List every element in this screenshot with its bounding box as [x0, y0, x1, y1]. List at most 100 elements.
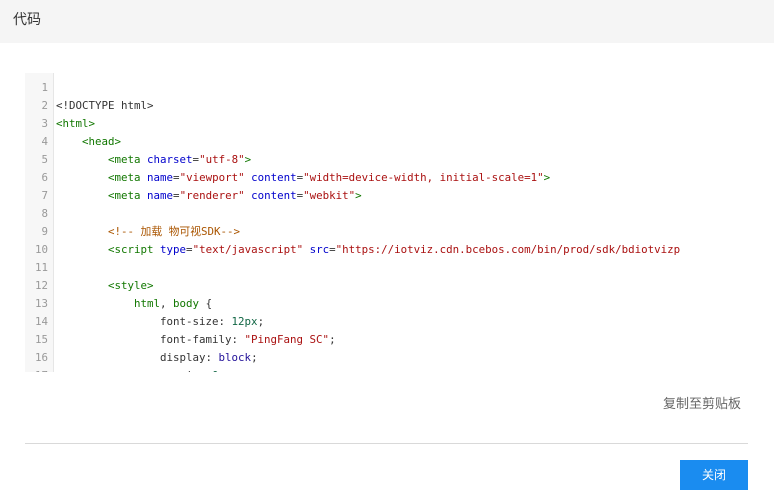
code-token: margin: [160, 369, 199, 372]
code-token: src: [309, 243, 330, 256]
code-text: <meta charset="utf-8">: [49, 151, 251, 169]
code-line: 15 font-family: "PingFang SC";: [25, 331, 774, 349]
code-token: ;: [257, 315, 265, 328]
code-token: <meta: [108, 153, 148, 166]
code-token: >: [355, 189, 362, 202]
code-token: ;: [329, 333, 336, 346]
code-text: <script type="text/javascript" src="http…: [49, 241, 680, 259]
code-line: 16 display: block;: [25, 349, 774, 367]
code-token: <meta: [108, 189, 148, 202]
code-token: >: [543, 171, 551, 184]
line-number: 3: [41, 117, 48, 130]
code-line: 5 <meta charset="utf-8">: [25, 151, 774, 169]
code-text: <head>: [49, 133, 121, 151]
line-number: 11: [34, 261, 48, 274]
code-text: <!-- 加载 物可视SDK-->: [49, 223, 240, 241]
code-token: <!DOCTYPE html>: [56, 99, 154, 112]
line-number: 6: [41, 171, 48, 184]
code-token: "width=device-width, initial-scale=1": [303, 171, 544, 184]
code-line: 1: [25, 79, 774, 97]
code-token: body: [173, 297, 200, 310]
code-line: 7 <meta name="renderer" content="webkit"…: [25, 187, 774, 205]
line-number: 1: [41, 81, 48, 94]
code-token: 12px: [231, 315, 258, 328]
code-line: 17 margin: 0;: [25, 367, 774, 372]
code-text: display: block;: [49, 349, 258, 367]
code-token: "PingFang SC": [244, 333, 330, 346]
line-number: 12: [34, 279, 48, 292]
code-token: name: [147, 171, 174, 184]
line-number: 15: [34, 333, 48, 346]
code-token: <script: [108, 243, 161, 256]
line-number: 4: [41, 135, 48, 148]
code-token: charset: [147, 153, 193, 166]
code-token: content: [251, 189, 297, 202]
code-token: "utf-8": [199, 153, 245, 166]
code-token: ,: [160, 297, 174, 310]
code-token: <html>: [56, 117, 96, 130]
close-button[interactable]: 关闭: [680, 460, 748, 490]
code-token: "https://iotviz.cdn.bcebos.com/bin/prod/…: [335, 243, 681, 256]
line-number: 9: [41, 225, 48, 238]
code-token: "renderer": [179, 189, 245, 202]
divider: [25, 443, 748, 444]
code-line: 6 <meta name="viewport" content="width=d…: [25, 169, 774, 187]
code-text: html, body {: [49, 295, 212, 313]
code-token: ;: [251, 351, 258, 364]
code-text: <!DOCTYPE html>: [49, 97, 154, 115]
code-token: <head>: [82, 135, 122, 148]
line-number: 14: [34, 315, 48, 328]
code-token: "text/javascript": [192, 243, 304, 256]
code-text: margin: 0;: [49, 367, 225, 372]
code-token: ;: [219, 369, 226, 372]
code-line: 4 <head>: [25, 133, 774, 151]
code-text: <meta name="viewport" content="width=dev…: [49, 169, 550, 187]
code-token: "webkit": [303, 189, 356, 202]
code-token: "viewport": [179, 171, 245, 184]
code-token: html: [134, 297, 161, 310]
code-token: <!-- 加载 物可视SDK-->: [108, 225, 241, 238]
copy-to-clipboard-button[interactable]: 复制至剪贴板: [663, 396, 741, 413]
code-token: font-family: [160, 333, 232, 346]
code-line: 9 <!-- 加载 物可视SDK-->: [25, 223, 774, 241]
line-number: 8: [41, 207, 48, 220]
line-number: 17: [25, 367, 49, 372]
code-line: 3 <html>: [25, 115, 774, 133]
code-token: <style>: [108, 279, 154, 292]
code-token: >: [244, 153, 252, 166]
code-text: <style>: [49, 277, 154, 295]
code-line: 12 <style>: [25, 277, 774, 295]
code-token: :: [218, 315, 232, 328]
code-token: block: [218, 351, 252, 364]
code-token: :: [199, 369, 212, 372]
code-token: content: [251, 171, 297, 184]
code-token: font-size: [160, 315, 219, 328]
code-token: name: [147, 189, 174, 202]
code-token: display: [160, 351, 206, 364]
code-token: type: [160, 243, 187, 256]
code-viewer[interactable]: 1 2 <!DOCTYPE html> 3 <html> 4 <head> 5 <meta …: [25, 73, 774, 372]
line-number: 16: [34, 351, 48, 364]
code-line: 11: [25, 259, 774, 277]
code-token: :: [231, 333, 245, 346]
line-number: 13: [34, 297, 48, 310]
line-number: 10: [34, 243, 48, 256]
line-number: 2: [41, 99, 48, 112]
code-line: 13 html, body {: [25, 295, 774, 313]
code-token: :: [205, 351, 219, 364]
dialog-title: 代码: [13, 12, 41, 28]
code-line: 10 <script type="text/javascript" src="h…: [25, 241, 774, 259]
code-text: font-family: "PingFang SC";: [49, 331, 336, 349]
